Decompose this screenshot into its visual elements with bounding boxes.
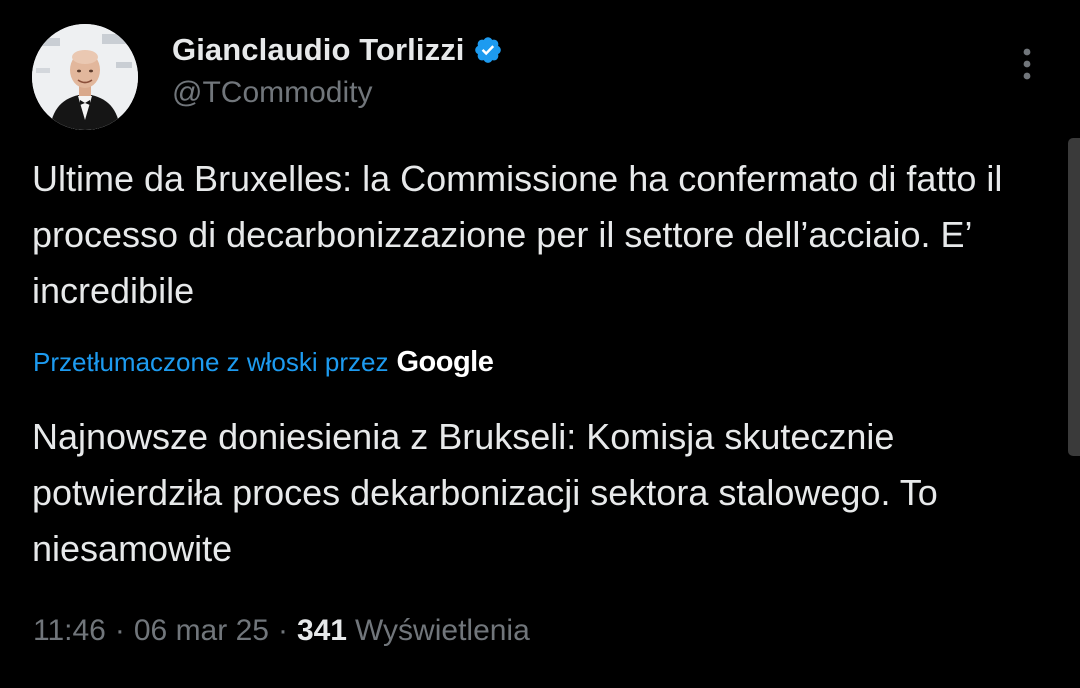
verified-badge-icon — [473, 35, 503, 65]
tweet-container: Gianclaudio Torlizzi @TCommodity Ultime … — [0, 0, 1080, 688]
tweet-time[interactable]: 11:46 — [33, 614, 106, 648]
meta-separator: · — [114, 614, 125, 647]
tweet-original-text: Ultime da Bruxelles: la Commissione ha c… — [32, 158, 1003, 311]
meta-separator: · — [277, 614, 288, 647]
views-count[interactable]: 341 — [297, 614, 347, 648]
translation-label-link[interactable]: Przetłumaczone z włoski przez — [33, 347, 388, 378]
author-display-name[interactable]: Gianclaudio Torlizzi — [172, 32, 465, 68]
scrollbar[interactable] — [1068, 138, 1080, 456]
avatar-photo-icon — [32, 24, 138, 130]
author-avatar[interactable] — [32, 24, 138, 130]
google-logo: Google — [396, 345, 494, 378]
tweet-translated-text: Najnowsze doniesienia z Brukseli: Komisj… — [32, 416, 938, 569]
tweet-date[interactable]: 06 mar 25 — [134, 614, 269, 648]
author-handle[interactable]: @TCommodity — [172, 76, 372, 110]
tweet-meta: 11:46 · 06 mar 25 · 341 Wyświetlenia — [33, 614, 530, 648]
more-options-button[interactable] — [1012, 46, 1042, 88]
views-label[interactable]: Wyświetlenia — [355, 614, 530, 648]
author-name-row[interactable]: Gianclaudio Torlizzi — [172, 30, 503, 70]
translation-notice[interactable]: Przetłumaczone z włoski przez Google — [33, 340, 494, 384]
more-vertical-icon — [1023, 48, 1031, 80]
